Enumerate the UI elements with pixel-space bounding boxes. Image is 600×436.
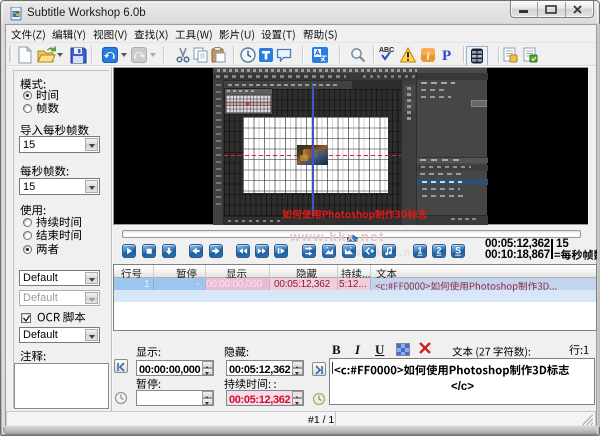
svg-text:S: S	[455, 246, 461, 256]
svg-text:2: 2	[437, 246, 442, 256]
svg-text:1: 1	[418, 246, 423, 256]
svg-text:P: P	[442, 48, 451, 64]
svg-text:ABC: ABC	[379, 47, 394, 54]
